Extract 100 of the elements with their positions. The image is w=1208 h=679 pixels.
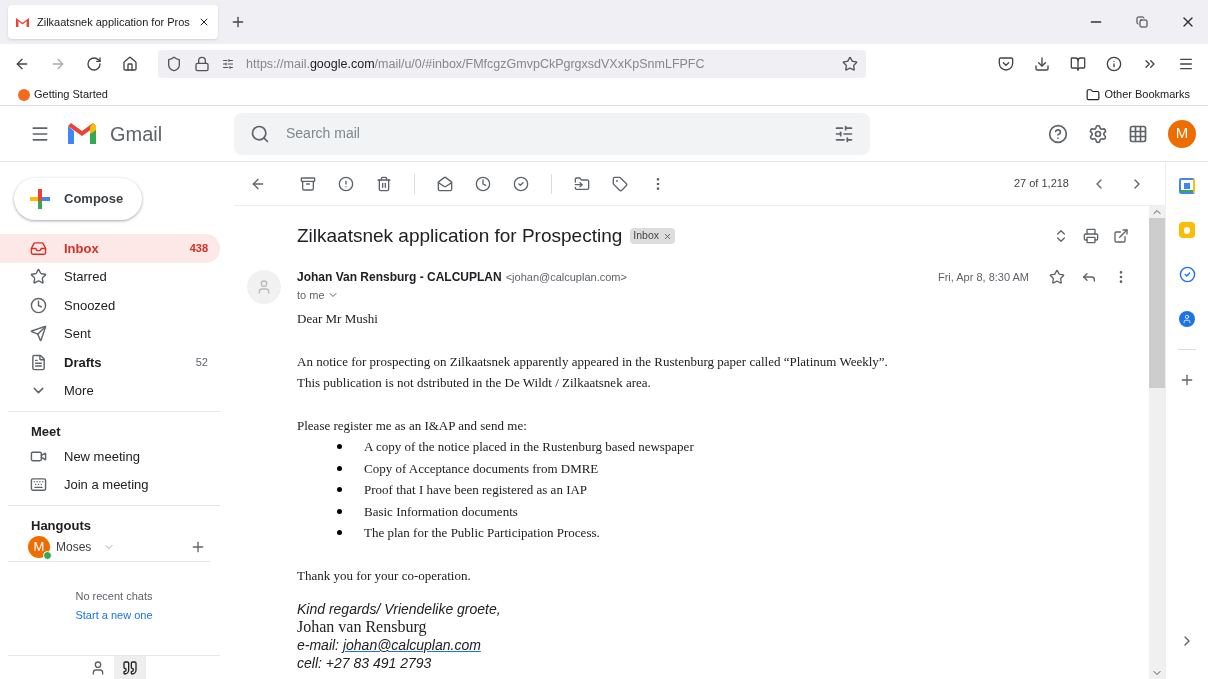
- pocket-icon[interactable]: [998, 56, 1014, 72]
- calendar-icon[interactable]: [1179, 178, 1195, 194]
- nav-count: 52: [195, 355, 208, 370]
- start-chat-link[interactable]: Start a new one: [75, 606, 153, 623]
- quote-bubble-icon: [122, 659, 138, 676]
- keyboard-icon: [30, 476, 47, 494]
- label-icon[interactable]: [612, 175, 628, 192]
- nav-item[interactable]: Snoozed: [0, 291, 220, 320]
- bullet-icon: [337, 487, 342, 493]
- clock-icon: [30, 296, 47, 314]
- hangouts-tab[interactable]: [114, 656, 146, 679]
- check-circle-icon[interactable]: [1178, 266, 1196, 283]
- signature-regards: Kind regards/ Vriendelike groete,: [297, 600, 502, 618]
- bookmark-star-icon[interactable]: [842, 56, 858, 72]
- contact-icon[interactable]: [1179, 311, 1195, 327]
- open-envelope-icon[interactable]: [437, 175, 453, 192]
- signature-name: Johan van Rensburg: [297, 618, 428, 636]
- gmail-wordmark: Gmail: [110, 121, 163, 147]
- label-chip: Inbox: [630, 228, 675, 244]
- list-item: A copy of the notice placed in the Rustenburg based newspaper: [364, 438, 694, 456]
- message-counter: 27 of 1,218: [1013, 176, 1069, 192]
- user-name: Moses: [56, 538, 92, 556]
- nav-item[interactable]: More: [0, 376, 220, 405]
- body-text: An notice for prospecting on Zilkaatsnek apparently appeared in the Rustenburg paper called “Platinum Weekly”.: [297, 352, 889, 371]
- reload-icon[interactable]: [86, 56, 102, 72]
- nav-label: More: [64, 382, 95, 400]
- plus-icon: [28, 187, 52, 211]
- section-heading: Meet: [30, 423, 62, 441]
- nav-item[interactable]: Drafts 52: [0, 348, 220, 377]
- nav-label: Starred: [64, 268, 108, 286]
- delete-icon[interactable]: [376, 175, 392, 192]
- help-icon[interactable]: [1048, 123, 1068, 144]
- reader-icon[interactable]: [1070, 56, 1086, 72]
- tab-title: Zilkaatsnek application for Pros: [37, 14, 190, 30]
- sender-avatar: [247, 270, 281, 304]
- meet-item[interactable]: New meeting: [8, 442, 220, 471]
- email-subject: Zilkaatsnek application for Prospecting: [297, 223, 623, 248]
- nav-count: 438: [189, 241, 208, 256]
- new-window-icon[interactable]: [1113, 228, 1129, 244]
- list-item: Copy of Acceptance documents from DMRE: [364, 459, 599, 478]
- add-icon[interactable]: [1179, 372, 1195, 388]
- mail-logo-icon: [16, 17, 29, 27]
- nav-item[interactable]: Starred: [0, 262, 220, 291]
- body-text: This publication is not dstributed in the De Wildt / Zilkaatsnek area.: [297, 374, 652, 392]
- list-item: The plan for the Public Participation Process.: [364, 524, 600, 542]
- add-task-icon[interactable]: [513, 175, 529, 192]
- send-icon: [30, 325, 47, 343]
- lock-icon: [194, 56, 210, 72]
- settings-icon[interactable]: [1088, 123, 1108, 144]
- search-bar[interactable]: Search mail: [234, 112, 870, 155]
- address-bar[interactable]: https://mail.google.com/mail/u/0/#inbox/FMfcgzGmvpCkPgrgxsdVXxKpSnmLFPFC: [158, 50, 866, 78]
- home-icon[interactable]: [122, 56, 138, 72]
- meet-item[interactable]: Join a meeting: [8, 470, 220, 499]
- folder-icon[interactable]: [1086, 87, 1101, 102]
- nav-label: Drafts: [64, 353, 103, 372]
- move-to-folder-icon[interactable]: [574, 175, 590, 192]
- report-icon[interactable]: [338, 175, 354, 192]
- section-heading: Hangouts: [30, 517, 92, 535]
- body-text: Thank you for your co-operation.: [297, 566, 472, 585]
- search-input[interactable]: Search mail: [286, 123, 818, 144]
- nav-label: Sent: [64, 325, 92, 343]
- empty-chats-text: No recent chats: [75, 589, 153, 604]
- sender-email: <johan@calcuplan.com>: [505, 269, 627, 285]
- recipient-text: to me: [297, 287, 325, 303]
- nav-label: Snoozed: [64, 296, 117, 315]
- apps-grid-icon[interactable]: [1128, 123, 1148, 144]
- nav-item[interactable]: Inbox 438: [0, 234, 220, 263]
- clock-icon[interactable]: [475, 175, 491, 192]
- archive-icon[interactable]: [300, 175, 316, 192]
- remove-label-icon[interactable]: [663, 231, 672, 241]
- star-icon: [30, 268, 47, 286]
- bullet-icon: [337, 530, 342, 536]
- bullet-icon: [337, 465, 342, 471]
- meet-label: Join a meeting: [64, 476, 149, 494]
- filter-options-icon[interactable]: [834, 123, 854, 144]
- firefox-logo-icon: [18, 88, 30, 101]
- nav-label: Inbox: [64, 239, 100, 258]
- bullet-icon: [337, 508, 342, 514]
- person-icon[interactable]: [90, 659, 106, 676]
- download-icon[interactable]: [1034, 56, 1050, 72]
- email-label: e-mail:: [297, 637, 340, 653]
- search-icon[interactable]: [250, 123, 270, 144]
- permissions-icon[interactable]: [222, 58, 234, 70]
- star-icon[interactable]: [1049, 269, 1065, 285]
- bookmark-link[interactable]: Getting Started: [34, 86, 108, 103]
- bullet-icon: [337, 444, 342, 450]
- shield-icon: [166, 56, 182, 72]
- info-icon[interactable]: [1106, 56, 1122, 72]
- back-icon[interactable]: [14, 56, 30, 72]
- menu-icon[interactable]: [1178, 56, 1194, 72]
- nav-item[interactable]: Sent: [0, 319, 220, 348]
- compose-button[interactable]: Compose: [14, 178, 142, 220]
- email-link[interactable]: johan@calcuplan.com: [342, 637, 481, 653]
- email-date: Fri, Apr 8, 8:30 AM: [937, 269, 1029, 285]
- restore-icon[interactable]: [1136, 16, 1148, 28]
- bookmark-folder[interactable]: Other Bookmarks: [1104, 86, 1190, 103]
- list-item: Proof that I have been registered as an IAP: [364, 481, 588, 499]
- gmail-logo-icon: [66, 121, 98, 146]
- print-icon[interactable]: [1083, 228, 1099, 244]
- browser-tab[interactable]: Zilkaatsnek application for Pros: [8, 5, 218, 39]
